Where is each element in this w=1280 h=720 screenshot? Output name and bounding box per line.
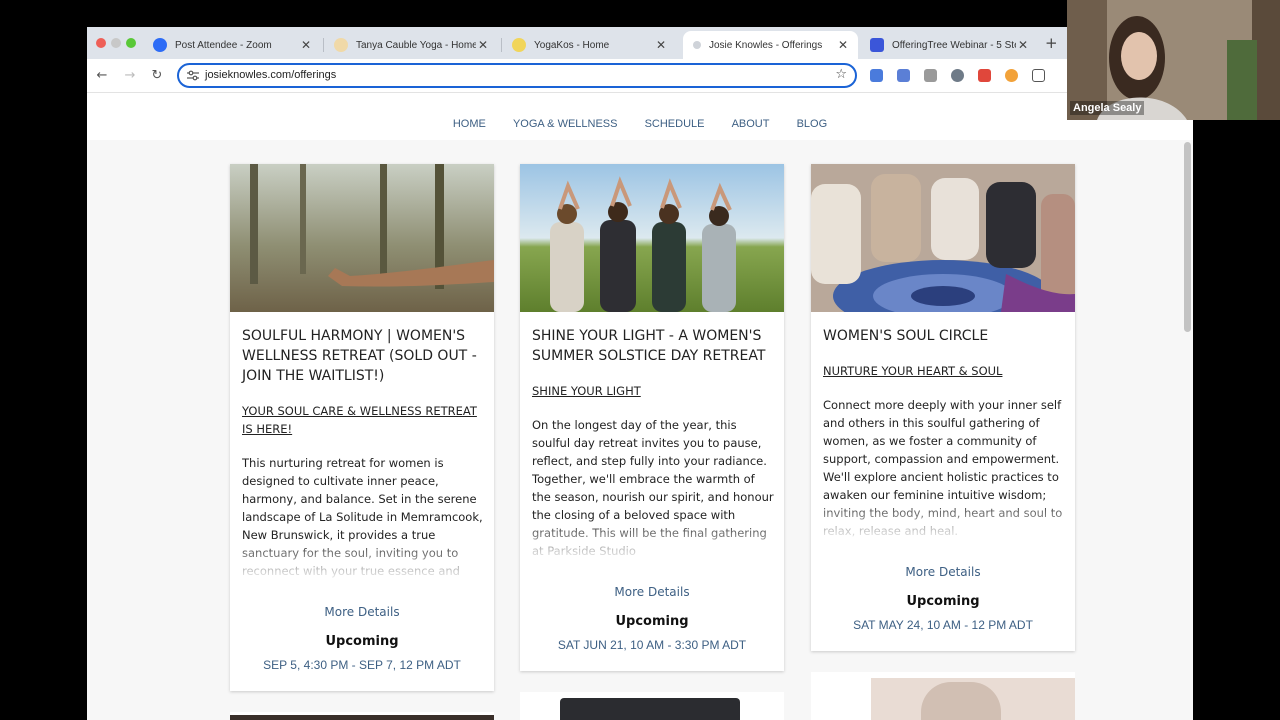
more-details-link[interactable]: More Details — [520, 585, 784, 599]
tab-close-icon[interactable]: ✕ — [654, 38, 668, 52]
offering-image — [230, 164, 494, 312]
tab-title: OfferingTree Webinar - 5 Ste — [892, 39, 1016, 51]
offering-title[interactable]: SOULFUL HARMONY | WOMEN'S WELLNESS RETRE… — [242, 326, 486, 386]
screen: Post Attendee - Zoom ✕ Tanya Cauble Yoga… — [0, 0, 1280, 720]
offering-card[interactable] — [811, 672, 1075, 720]
extensions-puzzle-icon[interactable] — [1032, 69, 1045, 82]
description-fade — [230, 538, 494, 582]
reload-button[interactable]: ↻ — [148, 67, 166, 85]
extension-grammar-icon[interactable] — [951, 69, 964, 82]
tab-tanya-cauble-yoga[interactable]: Tanya Cauble Yoga - Home ✕ — [324, 31, 498, 59]
close-window-button[interactable] — [96, 38, 106, 48]
bookmark-star-icon[interactable]: ☆ — [835, 67, 847, 82]
maximize-window-button[interactable] — [126, 38, 136, 48]
browser-window: Post Attendee - Zoom ✕ Tanya Cauble Yoga… — [87, 27, 1193, 720]
site-header: HOME YOGA & WELLNESS SCHEDULE ABOUT BLOG — [87, 94, 1193, 140]
offering-image — [811, 164, 1075, 312]
extension-tag-icon[interactable] — [870, 69, 883, 82]
offering-subtitle: SHINE YOUR LIGHT — [532, 384, 641, 398]
tab-title: Josie Knowles - Offerings — [709, 39, 823, 51]
minimize-window-button[interactable] — [111, 38, 121, 48]
page-viewport: HOME YOGA & WELLNESS SCHEDULE ABOUT BLOG — [87, 94, 1193, 720]
address-bar[interactable]: josieknowles.com/offerings ☆ — [177, 63, 857, 88]
extension-color-icon[interactable] — [1005, 69, 1018, 82]
nav-about[interactable]: ABOUT — [732, 118, 770, 130]
description-fade — [811, 498, 1075, 542]
offeringtree-favicon-icon — [870, 38, 884, 52]
tab-josie-knowles-offerings[interactable]: Josie Knowles - Offerings ✕ — [683, 31, 858, 59]
offering-title[interactable]: SHINE YOUR LIGHT - A WOMEN'S SUMMER SOLS… — [532, 326, 776, 366]
offering-card[interactable]: SOULFUL HARMONY | WOMEN'S WELLNESS RETRE… — [230, 164, 494, 691]
tab-close-icon[interactable]: ✕ — [299, 38, 313, 52]
status-label: Upcoming — [906, 594, 980, 609]
nav-home[interactable]: HOME — [453, 118, 486, 130]
tab-close-icon[interactable]: ✕ — [1016, 38, 1030, 52]
participant-name: Angela Sealy — [1070, 101, 1145, 115]
event-date: SAT MAY 24, 10 AM - 12 PM ADT — [853, 618, 1033, 632]
tab-offeringtree-webinar[interactable]: OfferingTree Webinar - 5 Ste ✕ — [860, 31, 1038, 59]
page-scrollbar[interactable] — [1184, 142, 1191, 332]
tab-title: YogaKos - Home — [534, 39, 610, 51]
offering-subtitle: NURTURE YOUR HEART & SOUL — [823, 364, 1003, 378]
tab-title: Post Attendee - Zoom — [175, 39, 272, 51]
browser-toolbar: ← → ↻ josieknowles.com/offerings ☆ — [87, 59, 1193, 93]
tab-close-icon[interactable]: ✕ — [476, 38, 490, 52]
tab-post-attendee-zoom[interactable]: Post Attendee - Zoom ✕ — [143, 31, 321, 59]
extension-camera-icon[interactable] — [924, 69, 937, 82]
tab-strip: Post Attendee - Zoom ✕ Tanya Cauble Yoga… — [87, 27, 1193, 59]
url-text: josieknowles.com/offerings — [205, 69, 337, 81]
nav-schedule[interactable]: SCHEDULE — [645, 118, 705, 130]
offering-card[interactable] — [520, 692, 784, 720]
offering-subtitle: YOUR SOUL CARE & WELLNESS RETREAT IS HER… — [242, 404, 477, 436]
offering-image — [230, 715, 494, 720]
tab-title: Tanya Cauble Yoga - Home — [356, 39, 476, 51]
extension-record-icon[interactable] — [978, 69, 991, 82]
event-date: SAT JUN 21, 10 AM - 3:30 PM ADT — [557, 638, 747, 652]
yoga-favicon-icon — [334, 38, 348, 52]
site-nav: HOME YOGA & WELLNESS SCHEDULE ABOUT BLOG — [87, 112, 1193, 131]
zoom-video-thumbnail[interactable]: Angela Sealy — [1067, 0, 1280, 120]
event-date: SEP 5, 4:30 PM - SEP 7, 12 PM ADT — [263, 658, 461, 672]
extension-translate-icon[interactable] — [897, 69, 910, 82]
nav-blog[interactable]: BLOG — [797, 118, 828, 130]
offering-title[interactable]: WOMEN'S SOUL CIRCLE — [823, 326, 1067, 346]
offering-card[interactable]: WOMEN'S SOUL CIRCLE NURTURE YOUR HEART &… — [811, 164, 1075, 651]
yogakos-favicon-icon — [512, 38, 526, 52]
site-settings-icon[interactable] — [187, 70, 199, 81]
nav-yoga-wellness[interactable]: YOGA & WELLNESS — [513, 118, 618, 130]
forward-button[interactable]: → — [121, 67, 139, 85]
offering-image — [520, 164, 784, 312]
status-label: Upcoming — [615, 614, 689, 629]
tab-yogakos[interactable]: YogaKos - Home ✕ — [502, 31, 676, 59]
description-fade — [520, 518, 784, 562]
more-details-link[interactable]: More Details — [811, 565, 1075, 579]
tab-close-icon[interactable]: ✕ — [836, 38, 850, 52]
new-tab-button[interactable]: + — [1045, 34, 1058, 52]
loading-favicon-icon — [693, 41, 701, 49]
back-button[interactable]: ← — [93, 67, 111, 85]
status-label: Upcoming — [325, 634, 399, 649]
zoom-favicon-icon — [153, 38, 167, 52]
offering-image — [560, 698, 740, 720]
offering-image — [921, 682, 1001, 720]
offering-card[interactable] — [230, 712, 494, 720]
offering-card[interactable]: SHINE YOUR LIGHT - A WOMEN'S SUMMER SOLS… — [520, 164, 784, 671]
more-details-link[interactable]: More Details — [230, 605, 494, 619]
